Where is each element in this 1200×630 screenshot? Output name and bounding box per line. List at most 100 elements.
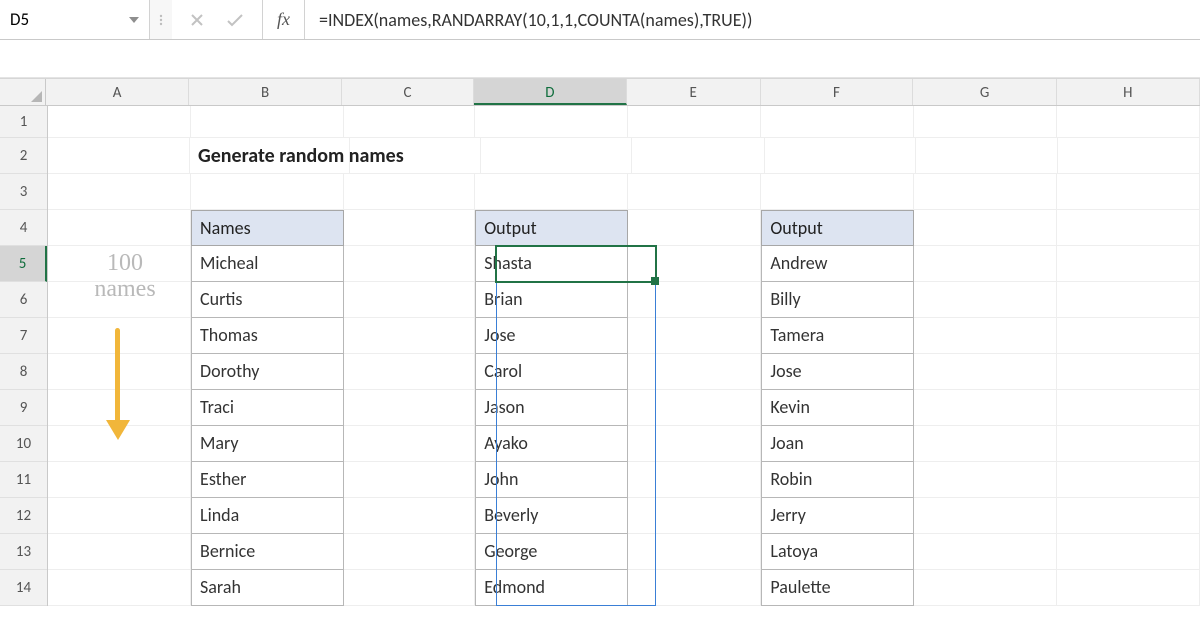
cell-H14[interactable] [1057, 570, 1200, 606]
col-header-D[interactable]: D [474, 79, 627, 105]
cell-H1[interactable] [1057, 106, 1200, 138]
names-cell[interactable]: Sarah [191, 570, 344, 606]
cell-E14[interactable] [628, 570, 762, 606]
names-header[interactable]: Names [191, 210, 344, 246]
fx-icon[interactable]: fx [263, 0, 305, 39]
cell-C4[interactable] [344, 210, 476, 246]
row-header-11[interactable]: 11 [0, 462, 47, 498]
cell-B1[interactable] [191, 106, 344, 138]
cell-C10[interactable] [344, 426, 476, 462]
output1-cell[interactable]: Carol [475, 354, 628, 390]
row-header-14[interactable]: 14 [0, 570, 47, 606]
names-cell[interactable]: Micheal [191, 246, 344, 282]
output1-cell[interactable]: Shasta [475, 246, 628, 282]
cell-E9[interactable] [628, 390, 762, 426]
cell-G4[interactable] [914, 210, 1057, 246]
cell-C5[interactable] [344, 246, 476, 282]
cell-F2[interactable] [765, 138, 916, 174]
cell-H8[interactable] [1057, 354, 1200, 390]
output2-cell[interactable]: Robin [761, 462, 914, 498]
cell-H5[interactable] [1057, 246, 1200, 282]
output1-cell[interactable]: Beverly [475, 498, 628, 534]
cell-A2[interactable] [48, 138, 190, 174]
cell-C8[interactable] [344, 354, 476, 390]
name-box-container[interactable] [0, 0, 150, 39]
cell-G8[interactable] [914, 354, 1057, 390]
names-cell[interactable]: Linda [191, 498, 344, 534]
cell-E10[interactable] [628, 426, 762, 462]
cell-H10[interactable] [1057, 426, 1200, 462]
output2-cell[interactable]: Tamera [761, 318, 914, 354]
col-header-H[interactable]: H [1057, 79, 1200, 105]
cell-G10[interactable] [914, 426, 1057, 462]
cell-A6[interactable] [48, 282, 191, 318]
cell-H3[interactable] [1057, 174, 1200, 210]
col-header-B[interactable]: B [189, 79, 342, 105]
cell-G7[interactable] [914, 318, 1057, 354]
output1-cell[interactable]: Jason [475, 390, 628, 426]
output1-cell[interactable]: Jose [475, 318, 628, 354]
names-cell[interactable]: Traci [191, 390, 344, 426]
names-cell[interactable]: Curtis [191, 282, 344, 318]
cell-C11[interactable] [344, 462, 476, 498]
row-header-6[interactable]: 6 [0, 282, 47, 318]
names-cell[interactable]: Mary [191, 426, 344, 462]
output1-cell[interactable]: Brian [475, 282, 628, 318]
output2-cell[interactable]: Latoya [761, 534, 914, 570]
output1-cell[interactable]: Edmond [475, 570, 628, 606]
cell-G3[interactable] [914, 174, 1057, 210]
names-cell[interactable]: Esther [191, 462, 344, 498]
row-header-4[interactable]: 4 [0, 210, 47, 246]
cell-E13[interactable] [628, 534, 762, 570]
cell-A1[interactable] [48, 106, 191, 138]
cell-C7[interactable] [344, 318, 476, 354]
select-all-corner[interactable] [0, 79, 46, 105]
output1-cell[interactable]: George [475, 534, 628, 570]
output2-cell[interactable]: Jerry [761, 498, 914, 534]
cell-A5[interactable] [48, 246, 191, 282]
cell-C12[interactable] [344, 498, 476, 534]
cell-A13[interactable] [48, 534, 191, 570]
output2-cell[interactable]: Billy [761, 282, 914, 318]
cell-E8[interactable] [628, 354, 762, 390]
col-header-G[interactable]: G [913, 79, 1056, 105]
output1-header[interactable]: Output [475, 210, 628, 246]
cell-H9[interactable] [1057, 390, 1200, 426]
row-header-8[interactable]: 8 [0, 354, 47, 390]
cell-D1[interactable] [475, 106, 628, 138]
cell-C2[interactable] [350, 138, 481, 174]
output1-cell[interactable]: John [475, 462, 628, 498]
cell-C13[interactable] [344, 534, 476, 570]
cell-F1[interactable] [761, 106, 914, 138]
cell-E4[interactable] [628, 210, 762, 246]
cell-A14[interactable] [48, 570, 191, 606]
cell-G1[interactable] [914, 106, 1057, 138]
row-header-9[interactable]: 9 [0, 390, 47, 426]
cell-H11[interactable] [1057, 462, 1200, 498]
output2-header[interactable]: Output [761, 210, 914, 246]
cell-A7[interactable] [48, 318, 191, 354]
output2-cell[interactable]: Jose [761, 354, 914, 390]
cell-G5[interactable] [914, 246, 1057, 282]
cell-A10[interactable] [48, 426, 191, 462]
cell-H2[interactable] [1058, 138, 1200, 174]
row-header-12[interactable]: 12 [0, 498, 47, 534]
row-header-13[interactable]: 13 [0, 534, 47, 570]
output1-cell[interactable]: Ayako [475, 426, 628, 462]
cell-C1[interactable] [344, 106, 476, 138]
formula-input[interactable] [305, 0, 1200, 39]
cell-E7[interactable] [628, 318, 762, 354]
cell-G13[interactable] [914, 534, 1057, 570]
sheet-title[interactable]: Generate random names [190, 138, 350, 174]
cell-A12[interactable] [48, 498, 191, 534]
cell-A9[interactable] [48, 390, 191, 426]
cell-F3[interactable] [761, 174, 914, 210]
cell-A4[interactable] [48, 210, 191, 246]
grid[interactable]: Generate random names [48, 106, 1200, 630]
cell-A8[interactable] [48, 354, 191, 390]
output2-cell[interactable]: Joan [761, 426, 914, 462]
cancel-icon[interactable] [190, 13, 204, 27]
names-cell[interactable]: Bernice [191, 534, 344, 570]
row-header-3[interactable]: 3 [0, 174, 47, 210]
cell-H6[interactable] [1057, 282, 1200, 318]
